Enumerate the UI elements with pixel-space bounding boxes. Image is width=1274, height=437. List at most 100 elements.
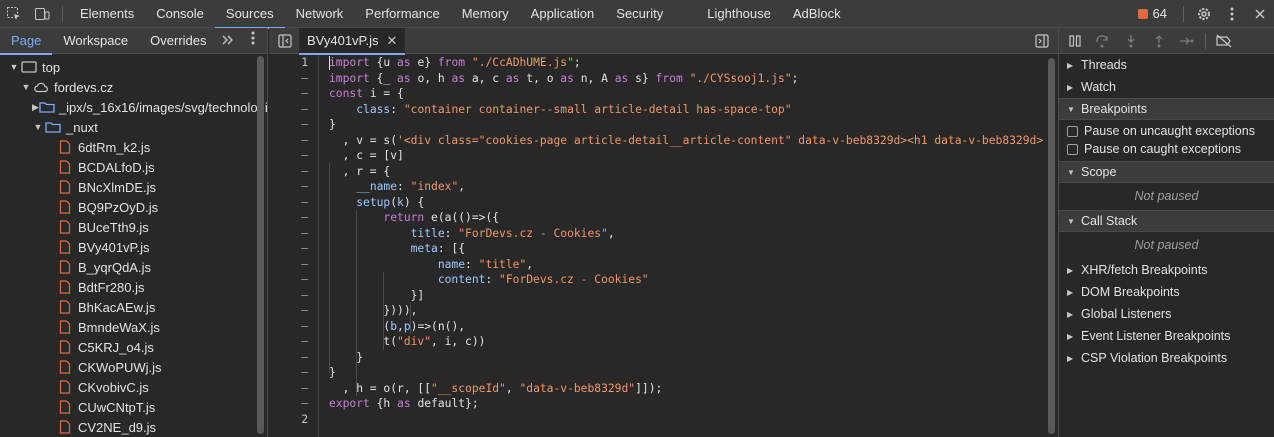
line-number[interactable]: –	[269, 241, 318, 257]
issues-counter[interactable]: 64	[1128, 6, 1177, 21]
section-watch[interactable]: ▶ Watch	[1059, 76, 1274, 98]
navigator-menu-icon[interactable]	[239, 28, 267, 54]
tree-item-domain[interactable]: ▼ fordevs.cz	[0, 77, 267, 97]
file-item[interactable]: CKvobivC.js	[0, 377, 267, 397]
code-area[interactable]: 1– – – – – – – – – – – – – – – – – – – – – –2 import {u as e}…	[269, 55, 1044, 437]
file-item[interactable]: CUwCNtpT.js	[0, 397, 267, 417]
tab-sources[interactable]: Sources	[214, 0, 285, 29]
line-number[interactable]: –	[269, 133, 318, 149]
pause-icon[interactable]	[1063, 30, 1087, 52]
file-label: C5KRJ_o4.js	[78, 339, 154, 355]
file-item[interactable]: BmndeWaX.js	[0, 317, 267, 337]
tab-memory[interactable]: Memory	[451, 0, 520, 28]
file-icon	[56, 320, 74, 334]
line-number[interactable]: –	[269, 86, 318, 102]
section-scope[interactable]: ▼ Scope	[1059, 161, 1274, 183]
line-number[interactable]: –	[269, 365, 318, 381]
toggle-navigator-icon[interactable]	[273, 30, 297, 52]
tab-adblock[interactable]: AdBlock	[782, 0, 852, 28]
line-number[interactable]: –	[269, 381, 318, 397]
line-number[interactable]: –	[269, 179, 318, 195]
tree-item-folder-nuxt[interactable]: ▼ _nuxt	[0, 117, 267, 137]
tab-elements[interactable]: Elements	[69, 0, 145, 28]
tree-item-top[interactable]: ▼ top	[0, 57, 267, 77]
line-number[interactable]: –	[269, 396, 318, 412]
step-into-icon[interactable]	[1119, 30, 1143, 52]
file-item[interactable]: BVy401vP.js	[0, 237, 267, 257]
section-xhr-breakpoints[interactable]: ▶ XHR/fetch Breakpoints	[1059, 259, 1274, 281]
section-threads[interactable]: ▶ Threads	[1059, 54, 1274, 76]
line-number-gutter[interactable]: 1– – – – – – – – – – – – – – – – – – – – – –2	[269, 55, 319, 437]
line-number[interactable]: –	[269, 210, 318, 226]
pause-caught-checkbox[interactable]	[1067, 143, 1078, 155]
line-number[interactable]: –	[269, 303, 318, 319]
step-out-icon[interactable]	[1147, 30, 1171, 52]
device-toolbar-icon[interactable]	[28, 0, 56, 28]
inspect-element-icon[interactable]	[0, 0, 28, 28]
tab-application[interactable]: Application	[520, 0, 606, 28]
line-number[interactable]: –	[269, 288, 318, 304]
line-number[interactable]: –	[269, 350, 318, 366]
close-tab-icon[interactable]: ✕	[387, 33, 398, 49]
file-item[interactable]: BhKacAEw.js	[0, 297, 267, 317]
tab-performance[interactable]: Performance	[354, 0, 450, 28]
toggle-debugger-icon[interactable]	[1030, 30, 1054, 52]
line-number[interactable]: –	[269, 148, 318, 164]
line-number[interactable]: –	[269, 164, 318, 180]
line-number[interactable]: –	[269, 272, 318, 288]
file-tab[interactable]: BVy401vP.js ✕	[299, 27, 406, 55]
navigator-scrollbar[interactable]	[257, 56, 264, 434]
line-number[interactable]: 2	[269, 412, 318, 428]
gear-icon[interactable]	[1190, 0, 1218, 28]
chevron-down-icon: ▼	[33, 122, 43, 132]
section-dom-breakpoints[interactable]: ▶ DOM Breakpoints	[1059, 281, 1274, 303]
line-number[interactable]: –	[269, 71, 318, 87]
chevron-right-icon: ▶	[1067, 353, 1074, 363]
file-item[interactable]: CKWoPUWj.js	[0, 357, 267, 377]
tab-lighthouse[interactable]: Lighthouse	[696, 0, 782, 28]
file-item[interactable]: B_yqrQdA.js	[0, 257, 267, 277]
line-number[interactable]: –	[269, 257, 318, 273]
tab-console[interactable]: Console	[145, 0, 215, 28]
file-list: 6dtRm_k2.js BCDALfoD.js BNcXlmDE.js BQ9PzOy…	[0, 137, 267, 437]
section-label: Event Listener Breakpoints	[1081, 329, 1231, 343]
file-item[interactable]: C5KRJ_o4.js	[0, 337, 267, 357]
file-item[interactable]: CV2NE_d9.js	[0, 417, 267, 437]
file-item[interactable]: BNcXlmDE.js	[0, 177, 267, 197]
close-icon[interactable]	[1246, 0, 1274, 28]
more-options-icon[interactable]	[1218, 0, 1246, 28]
section-csp-breakpoints[interactable]: ▶ CSP Violation Breakpoints	[1059, 347, 1274, 369]
pause-caught-option[interactable]: Pause on caught exceptions	[1059, 140, 1274, 158]
step-over-icon[interactable]	[1091, 30, 1115, 52]
line-number[interactable]: –	[269, 334, 318, 350]
file-item[interactable]: BQ9PzOyD.js	[0, 197, 267, 217]
pause-uncaught-checkbox[interactable]	[1067, 125, 1078, 137]
section-event-listener-breakpoints[interactable]: ▶ Event Listener Breakpoints	[1059, 325, 1274, 347]
line-number[interactable]: –	[269, 226, 318, 242]
line-number[interactable]: –	[269, 102, 318, 118]
file-item[interactable]: BCDALfoD.js	[0, 157, 267, 177]
tree-item-folder-ipx[interactable]: ▶ _ipx/s_16x16/images/svg/technologies	[0, 97, 267, 117]
deactivate-breakpoints-icon[interactable]	[1212, 30, 1236, 52]
editor-scrollbar[interactable]	[1048, 58, 1055, 434]
more-tabs-icon[interactable]	[218, 28, 238, 54]
section-global-listeners[interactable]: ▶ Global Listeners	[1059, 303, 1274, 325]
line-number[interactable]: –	[269, 117, 318, 133]
pause-uncaught-option[interactable]: Pause on uncaught exceptions	[1059, 122, 1274, 140]
file-item[interactable]: BUceTth9.js	[0, 217, 267, 237]
line-number[interactable]: –	[269, 319, 318, 335]
section-call-stack[interactable]: ▼ Call Stack	[1059, 210, 1274, 232]
tab-security[interactable]: Security	[605, 0, 674, 28]
tab-network[interactable]: Network	[285, 0, 355, 28]
line-number[interactable]: –	[269, 195, 318, 211]
chevron-right-icon: ▶	[32, 101, 39, 112]
step-icon[interactable]	[1175, 30, 1199, 52]
tab-page[interactable]: Page	[0, 28, 53, 55]
line-number[interactable]: 1	[269, 55, 318, 71]
tree-label: fordevs.cz	[54, 79, 114, 95]
tab-workspace[interactable]: Workspace	[52, 28, 139, 54]
section-breakpoints[interactable]: ▼ Breakpoints	[1059, 98, 1274, 120]
tab-overrides[interactable]: Overrides	[139, 28, 217, 54]
file-item[interactable]: BdtFr280.js	[0, 277, 267, 297]
file-item[interactable]: 6dtRm_k2.js	[0, 137, 267, 157]
